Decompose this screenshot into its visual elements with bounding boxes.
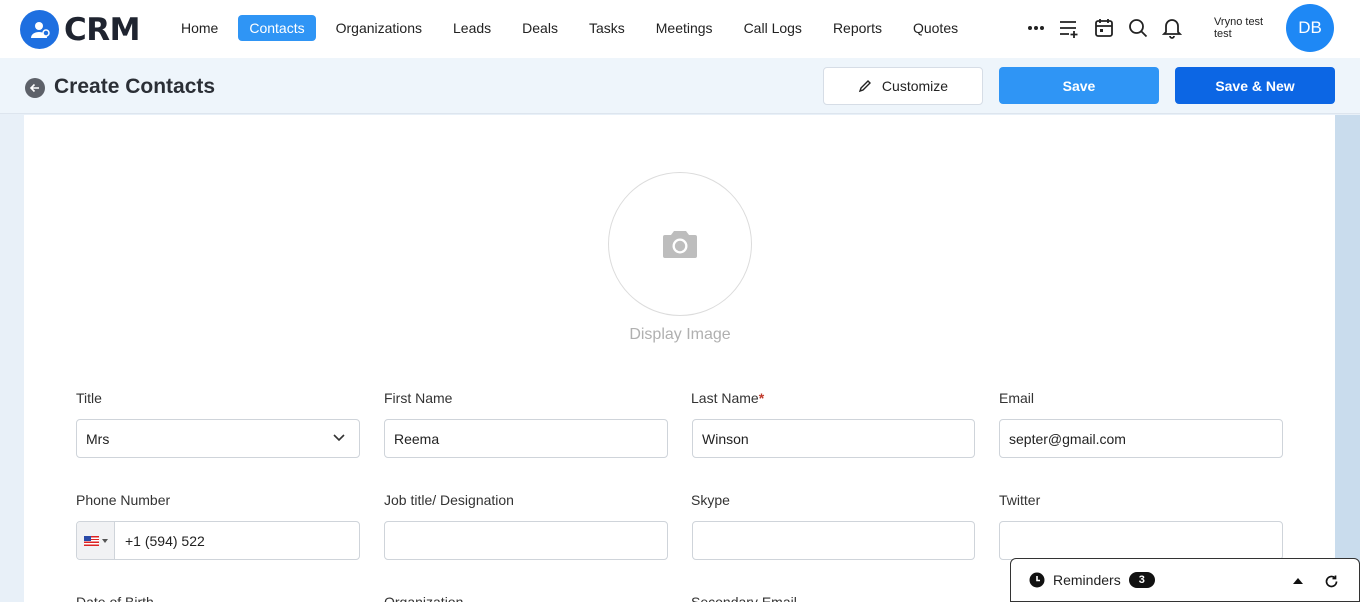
caret-down-icon (101, 538, 108, 543)
save-button[interactable]: Save (999, 67, 1159, 104)
more-icon[interactable] (1024, 16, 1048, 40)
avatar[interactable]: DB (1286, 4, 1334, 52)
phone-value: +1 (594) 522 (125, 532, 205, 549)
nav-home[interactable]: Home (170, 15, 229, 41)
skype-label: Skype (691, 492, 730, 508)
job-title-field[interactable] (384, 521, 668, 560)
page-title: Create Contacts (54, 75, 216, 98)
customize-button[interactable]: Customize (823, 67, 983, 105)
bell-icon[interactable] (1160, 16, 1184, 40)
chevron-down-icon (333, 434, 345, 442)
nav-quotes[interactable]: Quotes (902, 15, 969, 41)
reminders-count-badge: 3 (1128, 572, 1155, 588)
secondary-email-label: Secondary Email (691, 594, 797, 602)
pencil-icon (858, 80, 871, 93)
logo-text: CRM (64, 11, 140, 48)
save-and-new-button[interactable]: Save & New (1175, 67, 1335, 104)
organization-label: Organization (384, 594, 464, 602)
first-name-field[interactable]: Reema (384, 419, 668, 458)
user-group-icon (20, 10, 59, 49)
toolbar-icons (1024, 16, 1194, 40)
title-select[interactable]: Mrs (76, 419, 360, 458)
refresh-icon[interactable] (1324, 574, 1339, 589)
caret-up-icon[interactable] (1293, 578, 1303, 584)
nav-deals[interactable]: Deals (511, 15, 569, 41)
last-name-label: Last Name* (691, 390, 765, 406)
reminders-widget[interactable]: Reminders 3 (1010, 558, 1360, 602)
date-of-birth-label: Date of Birth (76, 594, 154, 602)
scrollbar[interactable] (1335, 115, 1360, 602)
phone-field[interactable]: +1 (594) 522 (76, 521, 360, 560)
twitter-field[interactable] (999, 521, 1283, 560)
skype-field[interactable] (692, 521, 975, 560)
nav-tasks[interactable]: Tasks (578, 15, 636, 41)
nav-contacts[interactable]: Contacts (238, 15, 316, 41)
last-name-field[interactable]: Winson (692, 419, 975, 458)
nav-leads[interactable]: Leads (442, 15, 502, 41)
phone-label: Phone Number (76, 492, 171, 508)
camera-icon (663, 231, 697, 258)
back-arrow-icon[interactable] (25, 78, 45, 98)
country-code-select[interactable] (77, 522, 115, 559)
first-name-label: First Name (384, 390, 453, 406)
us-flag-icon (83, 535, 99, 546)
title-value: Mrs (86, 430, 110, 447)
add-list-icon[interactable] (1058, 16, 1082, 40)
top-navbar: CRM Home Contacts Organizations Leads De… (0, 0, 1360, 58)
title-label: Title (76, 390, 102, 406)
required-mark: * (758, 390, 765, 406)
user-name[interactable]: Vryno test test (1214, 16, 1280, 40)
email-label: Email (999, 390, 1035, 406)
nav-meetings[interactable]: Meetings (645, 15, 724, 41)
customize-label: Customize (881, 78, 949, 94)
nav-call-logs[interactable]: Call Logs (733, 15, 813, 41)
display-image-label: Display Image (629, 326, 731, 343)
job-title-label: Job title/ Designation (384, 492, 514, 508)
nav-reports[interactable]: Reports (822, 15, 893, 41)
reminders-label: Reminders (1053, 572, 1121, 588)
main-nav: Home Contacts Organizations Leads Deals … (170, 15, 978, 41)
clock-icon (1029, 572, 1045, 588)
calendar-icon[interactable] (1092, 16, 1116, 40)
twitter-label: Twitter (999, 492, 1041, 508)
display-image-upload[interactable] (608, 172, 752, 316)
nav-organizations[interactable]: Organizations (325, 15, 433, 41)
search-icon[interactable] (1126, 16, 1150, 40)
email-field[interactable]: septer@gmail.com (999, 419, 1283, 458)
app-logo[interactable]: CRM (20, 10, 140, 49)
